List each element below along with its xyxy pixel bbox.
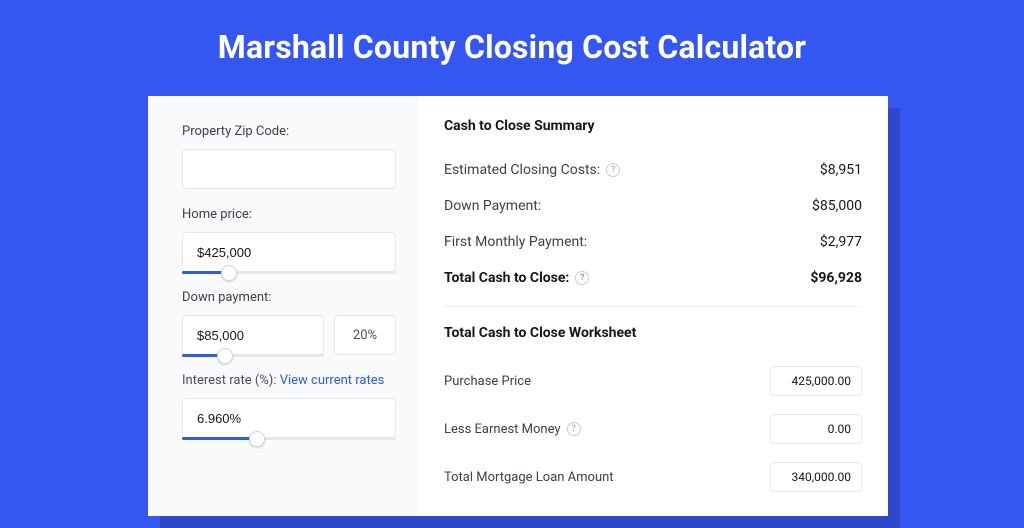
- help-icon[interactable]: ?: [567, 422, 581, 436]
- calculator-card: Property Zip Code: Home price: Down paym…: [148, 96, 888, 516]
- view-rates-link[interactable]: View current rates: [280, 373, 385, 388]
- page-title: Marshall County Closing Cost Calculator: [0, 0, 1024, 88]
- slider-thumb[interactable]: [249, 431, 265, 447]
- interest-slider[interactable]: [182, 398, 396, 438]
- summary-row-label: Down Payment:: [444, 198, 541, 214]
- slider-fill: [182, 437, 257, 440]
- help-icon[interactable]: ?: [575, 271, 589, 285]
- summary-row-label: Estimated Closing Costs:: [444, 162, 600, 178]
- summary-row: Estimated Closing Costs: ? $8,951: [444, 152, 862, 188]
- summary-row-value: $85,000: [812, 198, 862, 214]
- down-payment-pct[interactable]: 20%: [334, 315, 396, 355]
- worksheet-row-label: Purchase Price: [444, 374, 531, 389]
- interest-field: Interest rate (%): View current rates: [182, 373, 396, 438]
- home-price-label: Home price:: [182, 207, 396, 222]
- results-panel: Cash to Close Summary Estimated Closing …: [418, 96, 888, 516]
- worksheet-row: Less Earnest Money ? 0.00: [444, 405, 862, 453]
- slider-thumb[interactable]: [221, 265, 237, 281]
- worksheet-row-label: Less Earnest Money: [444, 422, 561, 437]
- zip-field: Property Zip Code:: [182, 124, 396, 189]
- worksheet-row-label: Total Mortgage Loan Amount: [444, 470, 614, 485]
- worksheet-row: Total Mortgage Loan Amount 340,000.00: [444, 453, 862, 501]
- home-price-slider[interactable]: [182, 232, 396, 272]
- home-price-input[interactable]: [182, 232, 396, 272]
- help-icon[interactable]: ?: [606, 163, 620, 177]
- summary-title: Cash to Close Summary: [444, 118, 862, 134]
- summary-total-row: Total Cash to Close: ? $96,928: [444, 260, 862, 296]
- summary-row: Down Payment: $85,000: [444, 188, 862, 224]
- worksheet-row-value[interactable]: 340,000.00: [770, 462, 862, 492]
- down-payment-input[interactable]: [182, 315, 324, 355]
- summary-row-value: $8,951: [820, 162, 862, 178]
- down-payment-label: Down payment:: [182, 290, 396, 305]
- worksheet-row-value[interactable]: 0.00: [770, 414, 862, 444]
- interest-label: Interest rate (%):: [182, 373, 276, 388]
- summary-total-value: $96,928: [810, 270, 862, 286]
- interest-input[interactable]: [182, 398, 396, 438]
- home-price-field: Home price:: [182, 207, 396, 272]
- worksheet-row-value[interactable]: 425,000.00: [770, 366, 862, 396]
- worksheet-row: Purchase Price 425,000.00: [444, 357, 862, 405]
- summary-row: First Monthly Payment: $2,977: [444, 224, 862, 260]
- slider-thumb[interactable]: [217, 348, 233, 364]
- zip-label: Property Zip Code:: [182, 124, 396, 139]
- summary-total-label: Total Cash to Close:: [444, 270, 569, 286]
- down-payment-field: Down payment: 20%: [182, 290, 396, 355]
- down-payment-slider[interactable]: [182, 315, 324, 355]
- zip-input[interactable]: [182, 149, 396, 189]
- summary-row-label: First Monthly Payment:: [444, 234, 587, 250]
- input-panel: Property Zip Code: Home price: Down paym…: [148, 96, 418, 516]
- worksheet: Total Cash to Close Worksheet Purchase P…: [444, 306, 862, 501]
- worksheet-title: Total Cash to Close Worksheet: [444, 325, 862, 341]
- summary-row-value: $2,977: [820, 234, 862, 250]
